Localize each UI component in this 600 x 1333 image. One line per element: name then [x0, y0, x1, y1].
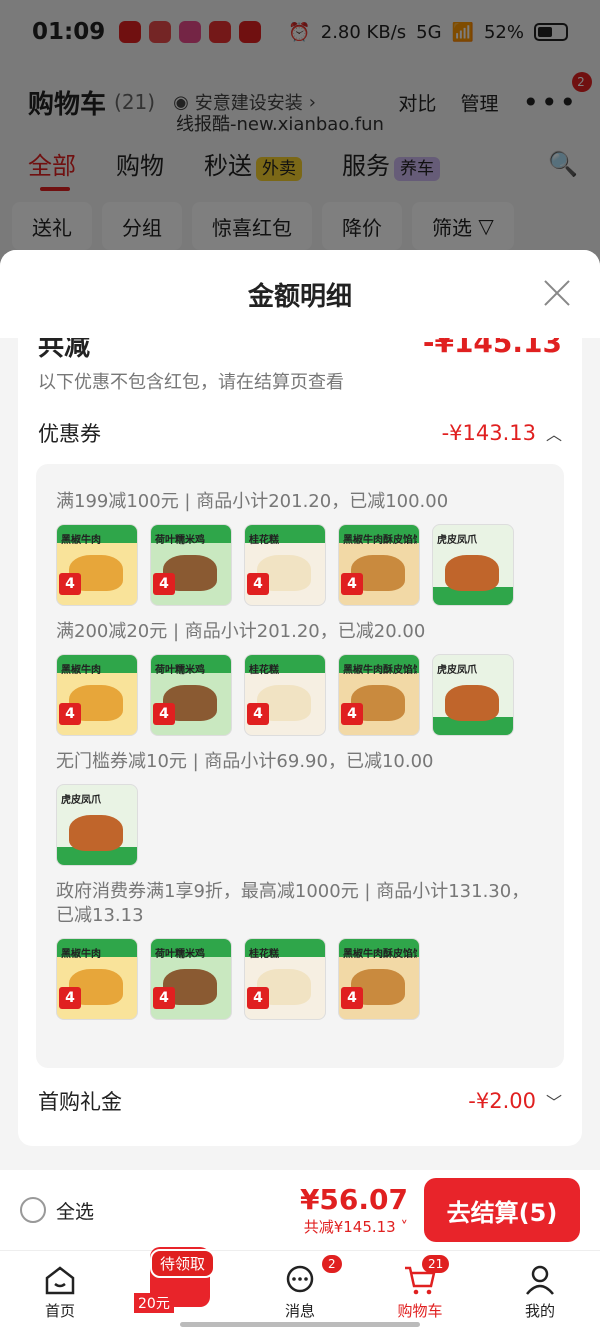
discount-card: 共减 -¥145.13 以下优惠不包含红包，请在结算页查看 优惠券 -¥143.… [18, 338, 582, 1146]
sheet-title: 金额明细 [247, 281, 352, 312]
cart-badge: 21 [422, 1255, 450, 1273]
discount-note: 以下优惠不包含红包，请在结算页查看 [38, 372, 344, 393]
product-label: 黑椒牛肉 [61, 535, 101, 546]
product-label: 桂花糕 [249, 949, 279, 960]
product-label: 桂花糕 [249, 535, 279, 546]
product-label: 荷叶糯米鸡 [155, 665, 205, 676]
product-label: 黑椒牛肉 [61, 949, 101, 960]
overlay[interactable] [0, 0, 600, 250]
first-buy-amount: -¥2.00 [468, 1089, 536, 1113]
checkout-button[interactable]: 去结算(5) [424, 1178, 580, 1242]
tab-label: 购物车 [397, 1301, 443, 1320]
chevron-down-icon: ˅ [395, 1218, 408, 1236]
product-thumb[interactable]: 黑椒牛肉 4 [56, 654, 138, 736]
product-thumb[interactable]: 黑椒牛肉 4 [56, 524, 138, 606]
product-label: 黑椒牛肉 [61, 665, 101, 676]
product-thumb[interactable]: 虎皮凤爪 [432, 654, 514, 736]
product-label: 虎皮凤爪 [437, 535, 477, 546]
tab-home[interactable]: 首页 [0, 1251, 120, 1333]
product-label: 虎皮凤爪 [61, 795, 101, 806]
product-label: 荷叶糯米鸡 [155, 535, 205, 546]
tab-cart[interactable]: 21 购物车 [360, 1251, 480, 1333]
total-discount-label: 共减 [38, 338, 91, 362]
product-thumb[interactable]: 黑椒牛肉酥皮馅饼 4 [338, 938, 420, 1020]
select-all-checkbox[interactable] [20, 1197, 46, 1223]
total-discount-link[interactable]: 共减¥145.13 ˅ [300, 1216, 408, 1237]
coupon-amount: -¥143.13 [441, 421, 536, 445]
tab-mine[interactable]: 我的 [480, 1251, 600, 1333]
coupon-label: 优惠券 [38, 422, 101, 446]
product-thumb[interactable]: 黑椒牛肉酥皮馅饼 4 [338, 654, 420, 736]
product-thumb[interactable]: 荷叶糯米鸡 4 [150, 524, 232, 606]
home-icon [45, 1265, 75, 1294]
coupon-rule: 政府消费券满1享9折，最高减1000元 | 商品小计131.30，已减13.13 [56, 881, 530, 926]
product-label: 桂花糕 [249, 665, 279, 676]
messages-badge: 2 [322, 1255, 342, 1273]
product-thumb[interactable]: 黑椒牛肉酥皮馅饼 4 [338, 524, 420, 606]
first-buy-label: 首购礼金 [38, 1090, 122, 1114]
coupon-row[interactable]: 优惠券 -¥143.13 ︿ [38, 418, 562, 448]
coupon-rule: 满200减20元 | 商品小计201.20，已减20.00 [56, 621, 426, 642]
checkout-bar: 全选 ¥56.07 共减¥145.13 ˅ 去结算(5) [0, 1170, 600, 1250]
total-block: ¥56.07 共减¥145.13 ˅ [300, 1183, 408, 1237]
tab-label: 我的 [524, 1301, 555, 1320]
product-thumb[interactable]: 虎皮凤爪 [56, 784, 138, 866]
bottom-tab-bar: 首页 待领取 20元 2 消息 21 购物车 我的 [0, 1247, 600, 1333]
promo-tag: 待领取 [150, 1249, 216, 1278]
total-discount-amount: -¥145.13 [422, 338, 562, 359]
product-label: 黑椒牛肉酥皮馅饼 [343, 949, 417, 960]
chevron-up-icon: ︿ [545, 425, 562, 444]
select-all-label[interactable]: 全选 [56, 1197, 94, 1224]
coupon-rule: 满199减100元 | 商品小计201.20，已减100.00 [56, 491, 449, 512]
product-thumb[interactable]: 桂花糕 4 [244, 938, 326, 1020]
tab-promo[interactable]: 待领取 20元 [120, 1247, 240, 1333]
tab-label: 首页 [44, 1301, 75, 1320]
amount-detail-sheet: 金额明细 共减 -¥145.13 以下优惠不包含红包，请在结算页查看 优惠券 -… [0, 250, 600, 1170]
coupon-rule: 无门槛券减10元 | 商品小计69.90，已减10.00 [56, 751, 434, 772]
total-price: ¥56.07 [299, 1183, 408, 1216]
user-icon [526, 1265, 554, 1295]
product-thumb[interactable]: 桂花糕 4 [244, 524, 326, 606]
product-thumb[interactable]: 荷叶糯米鸡 4 [150, 654, 232, 736]
promo-value: 20元 [134, 1293, 174, 1313]
product-thumb[interactable]: 黑椒牛肉 4 [56, 938, 138, 1020]
message-icon [286, 1265, 314, 1292]
product-thumbs: 黑椒牛肉 4 荷叶糯米鸡 4 桂花糕 4 黑椒牛肉酥皮馅饼 4 虎皮凤爪 [56, 654, 544, 736]
product-thumb[interactable]: 桂花糕 4 [244, 654, 326, 736]
product-thumb[interactable]: 荷叶糯米鸡 4 [150, 938, 232, 1020]
product-label: 虎皮凤爪 [437, 665, 477, 676]
home-indicator [180, 1322, 420, 1327]
tab-label: 消息 [284, 1301, 315, 1320]
product-thumb[interactable]: 虎皮凤爪 [432, 524, 514, 606]
product-thumbs: 虎皮凤爪 [56, 784, 544, 866]
product-thumbs: 黑椒牛肉 4 荷叶糯米鸡 4 桂花糕 4 黑椒牛肉酥皮馅饼 4 虎皮凤爪 [56, 524, 544, 606]
product-label: 黑椒牛肉酥皮馅饼 [343, 665, 417, 676]
chevron-down-icon: ﹀ [545, 1093, 562, 1112]
sheet-header: 金额明细 [0, 250, 600, 338]
product-thumbs: 黑椒牛肉 4 荷叶糯米鸡 4 桂花糕 4 黑椒牛肉酥皮馅饼 4 [56, 938, 544, 1020]
tab-messages[interactable]: 2 消息 [240, 1251, 360, 1333]
coupon-detail-panel: 满199减100元 | 商品小计201.20，已减100.00 黑椒牛肉 4 荷叶… [36, 464, 564, 1068]
total-discount-row: 共减 -¥145.13 [38, 338, 562, 363]
product-label: 黑椒牛肉酥皮馅饼 [343, 535, 417, 546]
close-icon[interactable] [542, 278, 572, 308]
product-label: 荷叶糯米鸡 [155, 949, 205, 960]
total-discount-text: 共减¥145.13 [303, 1218, 396, 1236]
first-buy-row[interactable]: 首购礼金 -¥2.00 ﹀ [38, 1086, 562, 1116]
